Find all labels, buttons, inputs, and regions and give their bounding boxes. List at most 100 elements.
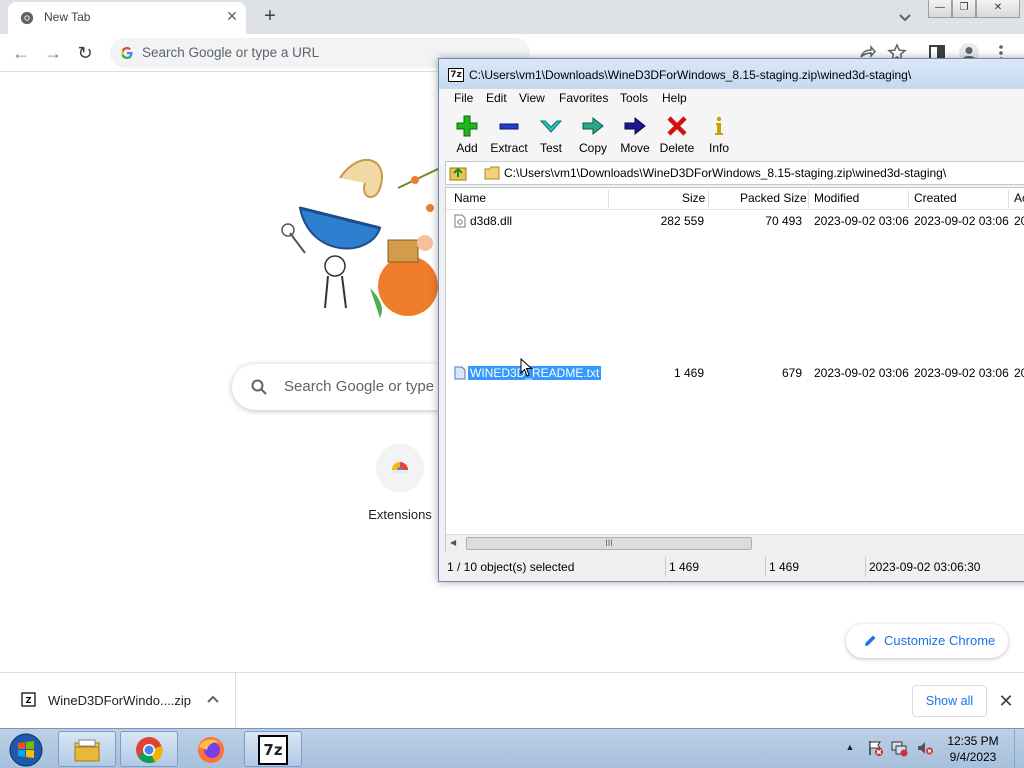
customize-chrome-button[interactable]: Customize Chrome	[846, 624, 1008, 658]
scroll-left-icon[interactable]: ◀	[450, 537, 462, 549]
column-divider[interactable]	[1008, 190, 1009, 208]
tab-new-tab[interactable]: New Tab ✕	[8, 2, 246, 34]
tab-title: New Tab	[44, 10, 91, 24]
file-modified: 2023-09-02 03:06	[814, 214, 909, 228]
download-item[interactable]: Z WineD3DForWindo....zip	[0, 673, 236, 729]
menu-favorites[interactable]: Favorites	[559, 91, 608, 105]
extract-label: Extract	[490, 141, 528, 155]
column-name[interactable]: Name	[454, 191, 486, 205]
status-divider	[765, 557, 766, 577]
google-g-icon	[121, 47, 133, 59]
action-center-flag-icon[interactable]	[866, 739, 884, 757]
search-icon	[251, 379, 267, 395]
7zip-window: 7z C:\Users\vm1\Downloads\WineD3DForWind…	[438, 58, 1024, 582]
column-divider[interactable]	[608, 190, 609, 208]
tray-overflow-icon[interactable]: ▲	[844, 741, 856, 753]
menu-help[interactable]: Help	[662, 91, 687, 105]
download-shelf: Z WineD3DForWindo....zip Show all ✕	[0, 672, 1024, 729]
taskbar-7zip[interactable]: 7z	[244, 731, 302, 767]
extract-button[interactable]: Extract	[489, 112, 529, 160]
network-icon[interactable]	[890, 739, 908, 757]
test-button[interactable]: Test	[531, 112, 571, 160]
info-icon	[715, 116, 723, 135]
customize-chrome-label: Customize Chrome	[884, 633, 996, 648]
menu-view[interactable]: View	[519, 91, 545, 105]
column-size[interactable]: Size	[682, 191, 705, 205]
file-packed-size: 679	[781, 366, 802, 380]
back-button[interactable]: ←	[8, 40, 34, 66]
add-button[interactable]: Add	[447, 112, 487, 160]
file-explorer-icon	[74, 739, 100, 762]
delete-button[interactable]: Delete	[657, 112, 697, 160]
test-checkmark-icon	[539, 120, 563, 133]
google-doodle-image[interactable]	[280, 148, 440, 320]
show-desktop-button[interactable]	[1014, 729, 1024, 768]
delete-x-icon	[667, 116, 687, 136]
taskbar-chrome[interactable]	[120, 731, 178, 767]
info-button[interactable]: Info	[699, 112, 739, 160]
close-download-bar-icon[interactable]: ✕	[996, 691, 1016, 711]
volume-muted-icon[interactable]	[916, 739, 934, 757]
shortcut-extensions[interactable]	[376, 444, 424, 492]
tab-close-icon[interactable]: ✕	[224, 8, 240, 24]
tab-search-chevron-icon[interactable]	[894, 6, 916, 28]
chevron-up-icon[interactable]	[204, 691, 222, 709]
file-row-d3d8-dll[interactable]: d3d8.dll 282 559 70 493 2023-09-02 03:06…	[446, 212, 1024, 230]
folder-icon	[484, 166, 500, 180]
column-divider[interactable]	[708, 190, 709, 208]
svg-text:Z: Z	[26, 696, 32, 705]
file-created: 2023-09-02 03:06	[914, 366, 1009, 380]
ntp-search-box[interactable]: Search Google or type a URL	[232, 364, 481, 410]
7zip-address-bar[interactable]: C:\Users\vm1\Downloads\WineD3DForWindows…	[445, 161, 1024, 185]
column-divider[interactable]	[808, 190, 809, 208]
text-file-icon	[454, 366, 466, 380]
column-divider[interactable]	[908, 190, 909, 208]
7zip-file-list[interactable]: Name Size Packed Size Modified Created A…	[445, 187, 1024, 551]
copy-button[interactable]: Copy	[573, 112, 613, 160]
move-button[interactable]: Move	[615, 112, 655, 160]
file-created: 2023-09-02 03:06	[914, 214, 1009, 228]
taskbar-firefox[interactable]	[182, 731, 240, 767]
show-all-button[interactable]: Show all	[912, 685, 987, 717]
menu-file[interactable]: File	[454, 91, 473, 105]
windows-start-icon[interactable]	[6, 731, 46, 768]
file-accessed: 20	[1014, 214, 1024, 228]
copy-arrow-icon	[582, 116, 604, 136]
download-filename: WineD3DForWindo....zip	[48, 693, 192, 708]
pencil-icon	[865, 635, 876, 646]
chrome-tab-strip: New Tab ✕ + — ❐ ✕	[0, 0, 1024, 34]
add-icon	[456, 115, 478, 137]
7zip-titlebar[interactable]: 7z C:\Users\vm1\Downloads\WineD3DForWind…	[439, 59, 1024, 89]
menu-tools[interactable]: Tools	[620, 91, 648, 105]
clock-date[interactable]: 9/4/2023	[940, 750, 1006, 764]
file-list-header: Name Size Packed Size Modified Created A…	[446, 188, 1024, 210]
status-size: 1 469	[669, 560, 700, 574]
zip-file-icon: Z	[21, 692, 36, 707]
add-label: Add	[456, 141, 478, 155]
minimize-button[interactable]: —	[928, 0, 952, 18]
status-packed: 1 469	[769, 560, 800, 574]
new-tab-button[interactable]: +	[258, 5, 282, 29]
column-modified[interactable]: Modified	[814, 191, 859, 205]
forward-button[interactable]: →	[40, 40, 66, 66]
reload-button[interactable]: ↻	[72, 40, 98, 66]
restore-button[interactable]: ❐	[952, 0, 976, 18]
menu-edit[interactable]: Edit	[486, 91, 507, 105]
clock-time[interactable]: 12:35 PM	[940, 734, 1006, 748]
file-size: 282 559	[660, 214, 704, 228]
scroll-thumb[interactable]: III	[466, 537, 752, 550]
column-accessed[interactable]: Ac	[1014, 191, 1024, 205]
delete-label: Delete	[659, 141, 695, 155]
taskbar-explorer[interactable]	[58, 731, 116, 767]
move-label: Move	[620, 141, 650, 155]
folder-up-icon[interactable]	[448, 164, 468, 182]
status-divider	[865, 557, 866, 577]
status-divider	[665, 557, 666, 577]
column-packed-size[interactable]: Packed Size	[740, 191, 807, 205]
chrome-web-store-icon	[392, 462, 408, 473]
close-window-button[interactable]: ✕	[976, 0, 1020, 18]
7zip-address-text: C:\Users\vm1\Downloads\WineD3DForWindows…	[504, 166, 947, 180]
column-created[interactable]: Created	[914, 191, 957, 205]
status-modified: 2023-09-02 03:06:30	[869, 560, 981, 574]
horizontal-scrollbar[interactable]: ◀ III	[446, 534, 1024, 551]
